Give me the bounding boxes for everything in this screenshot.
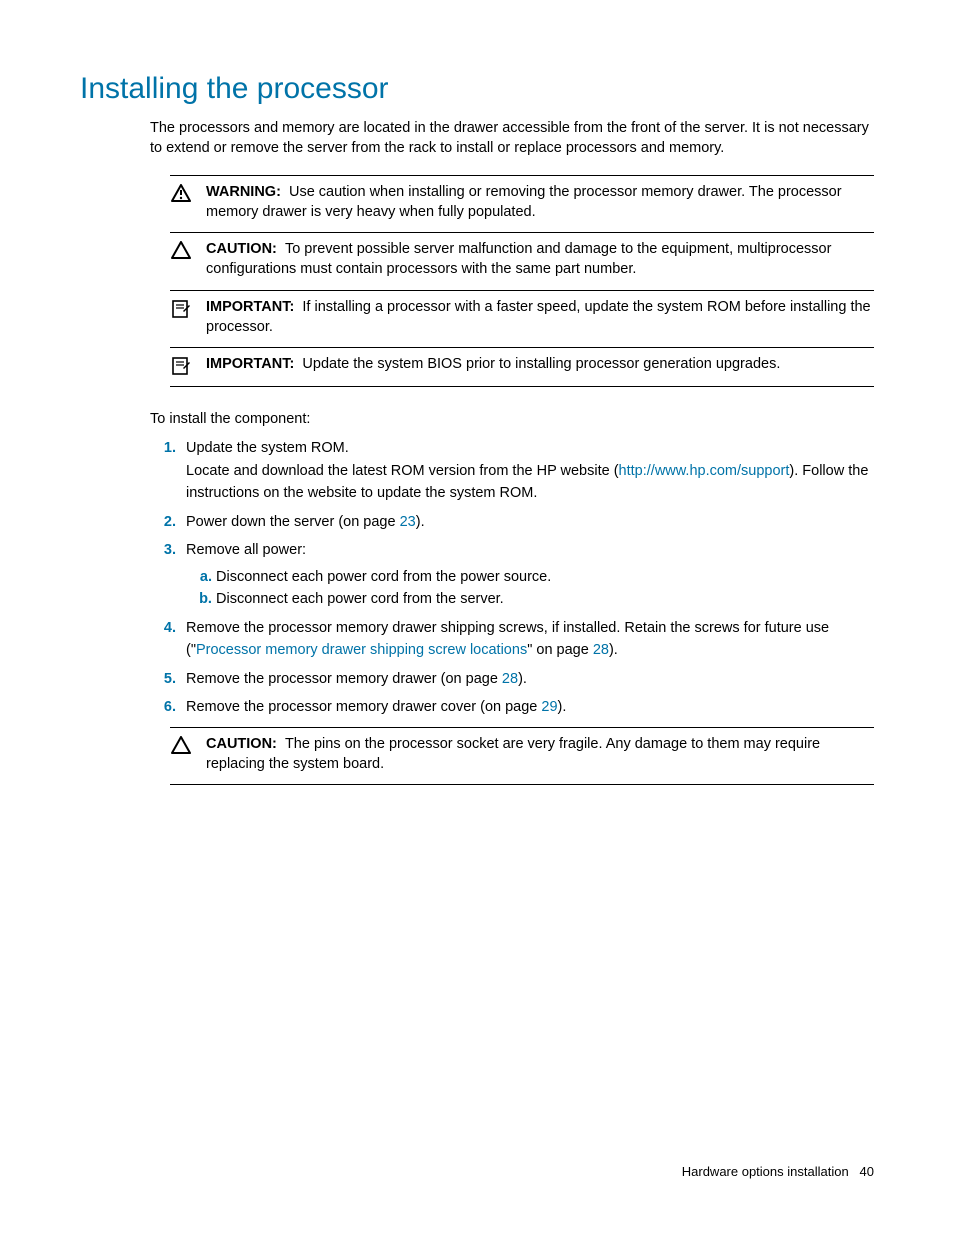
step-6: Remove the processor memory drawer cover… xyxy=(180,696,874,718)
intro-paragraph: The processors and memory are located in… xyxy=(150,118,874,159)
page-ref-28b[interactable]: 28 xyxy=(502,671,518,687)
caution-note: CAUTION: To prevent possible server malf… xyxy=(170,232,874,290)
warning-label: WARNING: xyxy=(206,184,281,200)
important-note-1: IMPORTANT: If installing a processor wit… xyxy=(170,290,874,348)
important-text-2: IMPORTANT: Update the system BIOS prior … xyxy=(206,354,874,374)
step-3b: Disconnect each power cord from the serv… xyxy=(216,588,874,610)
page-ref-23[interactable]: 23 xyxy=(400,514,416,530)
caution-body: To prevent possible server malfunction a… xyxy=(206,241,831,277)
important-body-1: If installing a processor with a faster … xyxy=(206,299,871,335)
note-icon xyxy=(170,354,192,376)
to-install-label: To install the component: xyxy=(150,411,874,427)
page-footer: Hardware options installation 40 xyxy=(682,1164,874,1179)
page-ref-28a[interactable]: 28 xyxy=(593,642,609,658)
important-body-2: Update the system BIOS prior to installi… xyxy=(302,356,780,372)
caution-icon xyxy=(170,239,192,259)
important-note-2: IMPORTANT: Update the system BIOS prior … xyxy=(170,347,874,387)
hp-support-link[interactable]: http://www.hp.com/support xyxy=(619,463,790,479)
caution-label: CAUTION: xyxy=(206,241,277,257)
inline-caution-note: CAUTION: The pins on the processor socke… xyxy=(170,727,874,786)
caution-icon xyxy=(170,734,192,754)
inline-caution-body: The pins on the processor socket are ver… xyxy=(206,736,820,772)
inline-caution-block: CAUTION: The pins on the processor socke… xyxy=(170,727,874,786)
important-label-2: IMPORTANT: xyxy=(206,356,294,372)
step-5: Remove the processor memory drawer (on p… xyxy=(180,668,874,690)
page-ref-29[interactable]: 29 xyxy=(541,699,557,715)
shipping-screw-link[interactable]: Processor memory drawer shipping screw l… xyxy=(196,642,527,658)
step-2: Power down the server (on page 23). xyxy=(180,511,874,533)
substeps-list: Disconnect each power cord from the powe… xyxy=(186,566,874,611)
footer-section: Hardware options installation xyxy=(682,1164,849,1179)
important-label-1: IMPORTANT: xyxy=(206,299,294,315)
warning-note: WARNING: Use caution when installing or … xyxy=(170,175,874,233)
warning-icon xyxy=(170,182,192,202)
step-1: Update the system ROM. Locate and downlo… xyxy=(180,437,874,504)
inline-caution-text: CAUTION: The pins on the processor socke… xyxy=(206,734,874,775)
steps-list: Update the system ROM. Locate and downlo… xyxy=(150,437,874,718)
inline-caution-label: CAUTION: xyxy=(206,736,277,752)
page-heading: Installing the processor xyxy=(80,72,874,106)
footer-page-number: 40 xyxy=(860,1164,874,1179)
step-4: Remove the processor memory drawer shipp… xyxy=(180,617,874,662)
important-text-1: IMPORTANT: If installing a processor wit… xyxy=(206,297,874,338)
step-3: Remove all power: Disconnect each power … xyxy=(180,539,874,610)
notes-block: WARNING: Use caution when installing or … xyxy=(170,175,874,388)
note-icon xyxy=(170,297,192,319)
caution-text: CAUTION: To prevent possible server malf… xyxy=(206,239,874,280)
warning-body: Use caution when installing or removing … xyxy=(206,184,842,220)
warning-text: WARNING: Use caution when installing or … xyxy=(206,182,874,223)
step-3a: Disconnect each power cord from the powe… xyxy=(216,566,874,588)
